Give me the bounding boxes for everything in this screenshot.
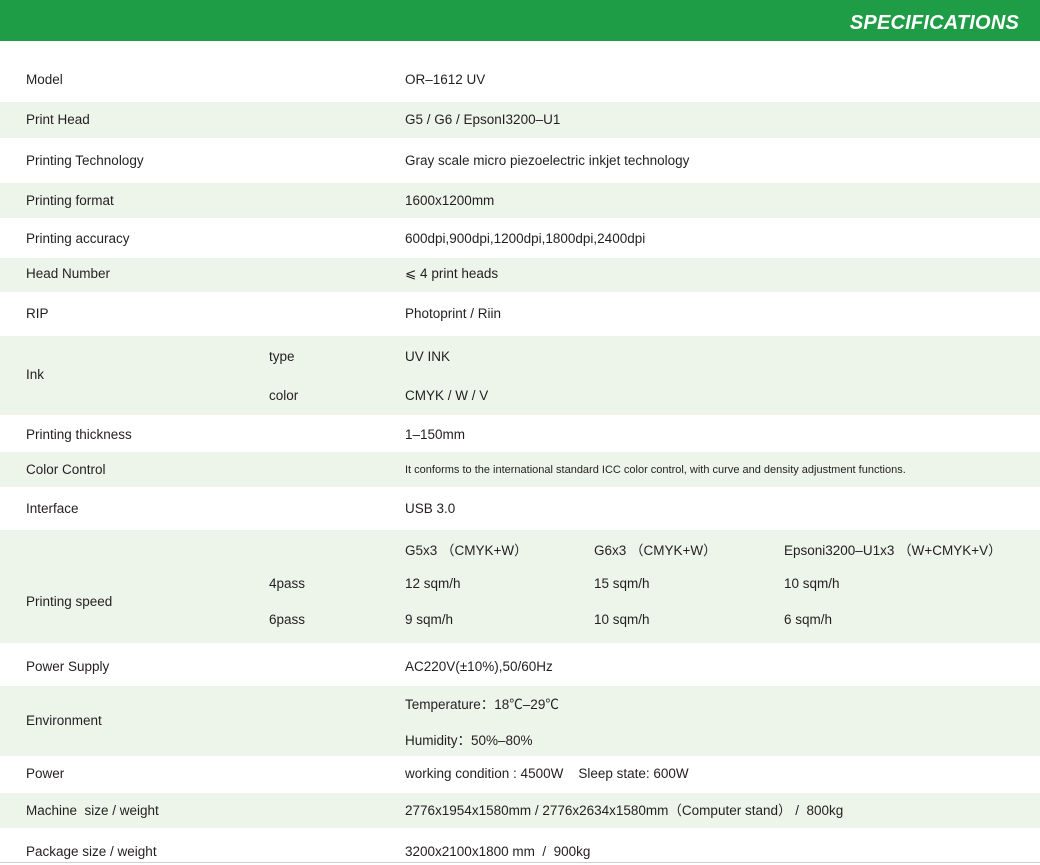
speed-pass-label-6: 6pass (269, 612, 306, 627)
speed-value-6pass-g5: 9 sqm/h (405, 612, 454, 627)
spec-label-color-control: Color Control (26, 462, 106, 477)
spec-label-environment: Environment (26, 713, 102, 728)
spec-label-head-number: Head Number (26, 266, 111, 281)
spec-label-ink: Ink (26, 367, 45, 382)
speed-value-6pass-epson: 6 sqm/h (784, 612, 833, 627)
spec-value-model: OR–1612 UV (405, 72, 486, 87)
speed-head-epson: Epsoni3200–U1x3 （W+CMYK+V） (784, 543, 1002, 558)
spec-value-color-control: It conforms to the international standar… (405, 464, 906, 476)
spec-value-machine-size: 2776x1954x1580mm / 2776x2634x1580mm（Comp… (405, 803, 844, 818)
page-title: SPECIFICATIONS (849, 12, 1019, 34)
speed-value-4pass-epson: 10 sqm/h (784, 576, 840, 591)
row-band-ink (0, 336, 1040, 415)
speed-value-4pass-g5: 12 sqm/h (405, 576, 461, 591)
header-bar: SPECIFICATIONS (0, 0, 1040, 41)
spec-value-printing-thickness: 1–150mm (405, 427, 466, 442)
speed-head-g6: G6x3 （CMYK+W） (594, 543, 717, 558)
spec-label-power: Power (26, 766, 65, 781)
spec-value-ink-type: UV INK (405, 349, 451, 364)
speed-value-4pass-g6: 15 sqm/h (594, 576, 650, 591)
spec-label-rip: RIP (26, 306, 49, 321)
spec-label-package-size: Package size / weight (26, 844, 157, 859)
spec-value-power: working condition : 4500W Sleep state: 6… (405, 766, 689, 781)
spec-label-print-head: Print Head (26, 112, 90, 127)
spec-label-printing-format: Printing format (26, 193, 114, 208)
spec-value-head-number: ⩽ 4 print heads (405, 266, 499, 281)
spec-label-model: Model (26, 72, 63, 87)
spec-value-package-size: 3200x2100x1800 mm / 900kg (405, 844, 591, 859)
row-band-printing-format (0, 183, 1040, 218)
spec-value-temperature: Temperature：18℃–29℃ (405, 697, 559, 712)
row-band-head-number (0, 258, 1040, 292)
spec-value-printing-technology: Gray scale micro piezoelectric inkjet te… (405, 153, 690, 168)
spec-value-printing-accuracy: 600dpi,900dpi,1200dpi,1800dpi,2400dpi (405, 231, 646, 246)
bottom-divider (0, 862, 1040, 863)
spec-value-interface: USB 3.0 (405, 501, 456, 516)
spec-label-machine-size: Machine size / weight (26, 803, 159, 818)
spec-label-interface: Interface (26, 501, 79, 516)
spec-sublabel-ink-color: color (269, 388, 299, 403)
spec-value-humidity: Humidity：50%–80% (405, 733, 533, 748)
speed-pass-label-4: 4pass (269, 576, 306, 591)
speed-head-g5: G5x3 （CMYK+W） (405, 543, 528, 558)
spec-sublabel-ink-type: type (269, 349, 295, 364)
spec-label-printing-accuracy: Printing accuracy (26, 231, 130, 246)
spec-label-printing-technology: Printing Technology (26, 153, 144, 168)
spec-value-ink-color: CMYK / W / V (405, 388, 489, 403)
spec-value-rip: Photoprint / Riin (405, 306, 502, 321)
spec-value-print-head: G5 / G6 / EpsonI3200–U1 (405, 112, 561, 127)
speed-value-6pass-g6: 10 sqm/h (594, 612, 650, 627)
spec-value-power-supply: AC220V(±10%),50/60Hz (405, 659, 553, 674)
spec-value-printing-format: 1600x1200mm (405, 193, 495, 208)
spec-label-printing-speed: Printing speed (26, 594, 113, 609)
spec-label-power-supply: Power Supply (26, 659, 110, 674)
spec-label-printing-thickness: Printing thickness (26, 427, 132, 442)
